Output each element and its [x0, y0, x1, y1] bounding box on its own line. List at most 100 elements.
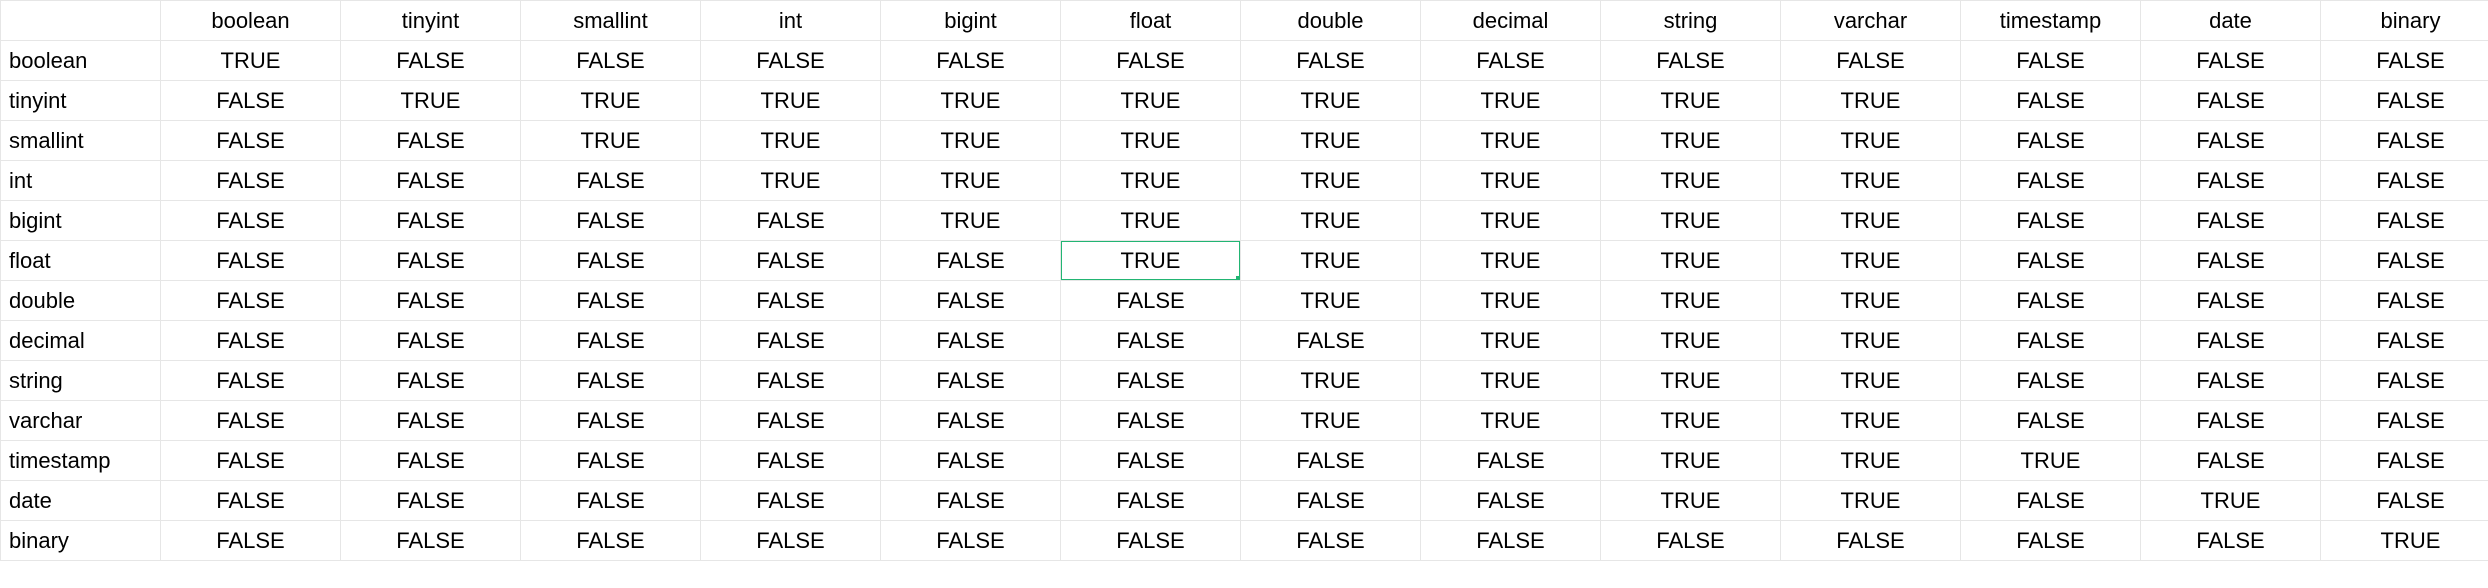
cell[interactable]: FALSE	[341, 481, 521, 521]
cell[interactable]: FALSE	[701, 321, 881, 361]
cell[interactable]: FALSE	[521, 281, 701, 321]
cell[interactable]: TRUE	[1601, 361, 1781, 401]
cell[interactable]: TRUE	[881, 201, 1061, 241]
cell[interactable]: TRUE	[881, 161, 1061, 201]
cell[interactable]: TRUE	[1241, 401, 1421, 441]
cell[interactable]: FALSE	[2321, 161, 2488, 201]
cell[interactable]: FALSE	[161, 481, 341, 521]
cell[interactable]: FALSE	[2321, 481, 2488, 521]
cell[interactable]: FALSE	[161, 401, 341, 441]
cell[interactable]: FALSE	[521, 161, 701, 201]
cell[interactable]: TRUE	[1241, 281, 1421, 321]
cell[interactable]: FALSE	[2321, 201, 2488, 241]
cell[interactable]: FALSE	[2321, 241, 2488, 281]
cell[interactable]: FALSE	[1241, 41, 1421, 81]
cell[interactable]: TRUE	[1781, 401, 1961, 441]
cell[interactable]: FALSE	[521, 481, 701, 521]
cell[interactable]: FALSE	[341, 161, 521, 201]
cell[interactable]: FALSE	[2321, 121, 2488, 161]
cell[interactable]: TRUE	[1601, 81, 1781, 121]
cell[interactable]: FALSE	[881, 281, 1061, 321]
cell[interactable]: FALSE	[521, 361, 701, 401]
cell[interactable]: TRUE	[1061, 201, 1241, 241]
cell[interactable]: TRUE	[1061, 81, 1241, 121]
cell[interactable]: FALSE	[161, 241, 341, 281]
cell[interactable]: TRUE	[1241, 361, 1421, 401]
cell[interactable]: FALSE	[341, 401, 521, 441]
cell-selected[interactable]: TRUE	[1061, 241, 1241, 281]
cell[interactable]: FALSE	[341, 361, 521, 401]
cell[interactable]: FALSE	[521, 41, 701, 81]
cell[interactable]: TRUE	[1781, 281, 1961, 321]
cell[interactable]: FALSE	[1601, 521, 1781, 561]
cell[interactable]: TRUE	[1961, 441, 2141, 481]
cell[interactable]: FALSE	[1961, 361, 2141, 401]
cell[interactable]: TRUE	[1421, 121, 1601, 161]
cell[interactable]: TRUE	[1421, 361, 1601, 401]
cell[interactable]: FALSE	[161, 281, 341, 321]
cell[interactable]: FALSE	[2141, 321, 2321, 361]
cell[interactable]: FALSE	[521, 521, 701, 561]
cell[interactable]: FALSE	[161, 201, 341, 241]
cell[interactable]: FALSE	[881, 401, 1061, 441]
cell[interactable]: TRUE	[1601, 441, 1781, 481]
cell[interactable]: TRUE	[521, 81, 701, 121]
cell[interactable]: FALSE	[881, 361, 1061, 401]
cell[interactable]: FALSE	[1601, 41, 1781, 81]
cell[interactable]: FALSE	[341, 521, 521, 561]
cell[interactable]: FALSE	[2141, 521, 2321, 561]
cell[interactable]: FALSE	[161, 441, 341, 481]
cell[interactable]: FALSE	[161, 521, 341, 561]
cell[interactable]: FALSE	[161, 161, 341, 201]
cell[interactable]: FALSE	[1061, 441, 1241, 481]
cell[interactable]: TRUE	[2321, 521, 2488, 561]
cell[interactable]: TRUE	[1241, 121, 1421, 161]
cell[interactable]: TRUE	[1781, 321, 1961, 361]
cell[interactable]: TRUE	[1421, 281, 1601, 321]
cell[interactable]: FALSE	[1961, 321, 2141, 361]
cell[interactable]: TRUE	[1601, 321, 1781, 361]
cell[interactable]: FALSE	[1961, 481, 2141, 521]
cell[interactable]: TRUE	[1781, 441, 1961, 481]
cell[interactable]: FALSE	[341, 41, 521, 81]
cell[interactable]: FALSE	[1061, 281, 1241, 321]
cell[interactable]: FALSE	[1961, 281, 2141, 321]
cell[interactable]: TRUE	[1421, 161, 1601, 201]
cell[interactable]: FALSE	[1961, 161, 2141, 201]
cell[interactable]: FALSE	[2141, 241, 2321, 281]
cell[interactable]: TRUE	[881, 121, 1061, 161]
cell[interactable]: FALSE	[341, 281, 521, 321]
cell[interactable]: FALSE	[2321, 81, 2488, 121]
cell[interactable]: FALSE	[701, 281, 881, 321]
cell[interactable]: FALSE	[1421, 441, 1601, 481]
cell[interactable]: TRUE	[1241, 241, 1421, 281]
cell[interactable]: FALSE	[2321, 281, 2488, 321]
cell[interactable]: TRUE	[1421, 321, 1601, 361]
cell[interactable]: TRUE	[1421, 241, 1601, 281]
cell[interactable]: TRUE	[1781, 361, 1961, 401]
cell[interactable]: TRUE	[1061, 121, 1241, 161]
cell[interactable]: TRUE	[1781, 241, 1961, 281]
cell[interactable]: FALSE	[1781, 521, 1961, 561]
cell[interactable]: FALSE	[2321, 41, 2488, 81]
cell[interactable]: FALSE	[2141, 41, 2321, 81]
cell[interactable]: FALSE	[701, 241, 881, 281]
cell[interactable]: FALSE	[341, 121, 521, 161]
cell[interactable]: TRUE	[1781, 201, 1961, 241]
cell[interactable]: FALSE	[1961, 121, 2141, 161]
cell[interactable]: TRUE	[1241, 201, 1421, 241]
cell[interactable]: FALSE	[2321, 401, 2488, 441]
cell[interactable]: FALSE	[521, 321, 701, 361]
cell[interactable]: FALSE	[1241, 481, 1421, 521]
cell[interactable]: FALSE	[701, 361, 881, 401]
cell[interactable]: TRUE	[1601, 161, 1781, 201]
cell[interactable]: FALSE	[161, 321, 341, 361]
cell[interactable]: FALSE	[881, 321, 1061, 361]
cell[interactable]: FALSE	[2141, 81, 2321, 121]
cell[interactable]: FALSE	[1061, 361, 1241, 401]
cell[interactable]: FALSE	[161, 361, 341, 401]
cell[interactable]: FALSE	[161, 81, 341, 121]
cell[interactable]: FALSE	[881, 241, 1061, 281]
cell[interactable]: FALSE	[881, 41, 1061, 81]
cell[interactable]: FALSE	[1961, 201, 2141, 241]
